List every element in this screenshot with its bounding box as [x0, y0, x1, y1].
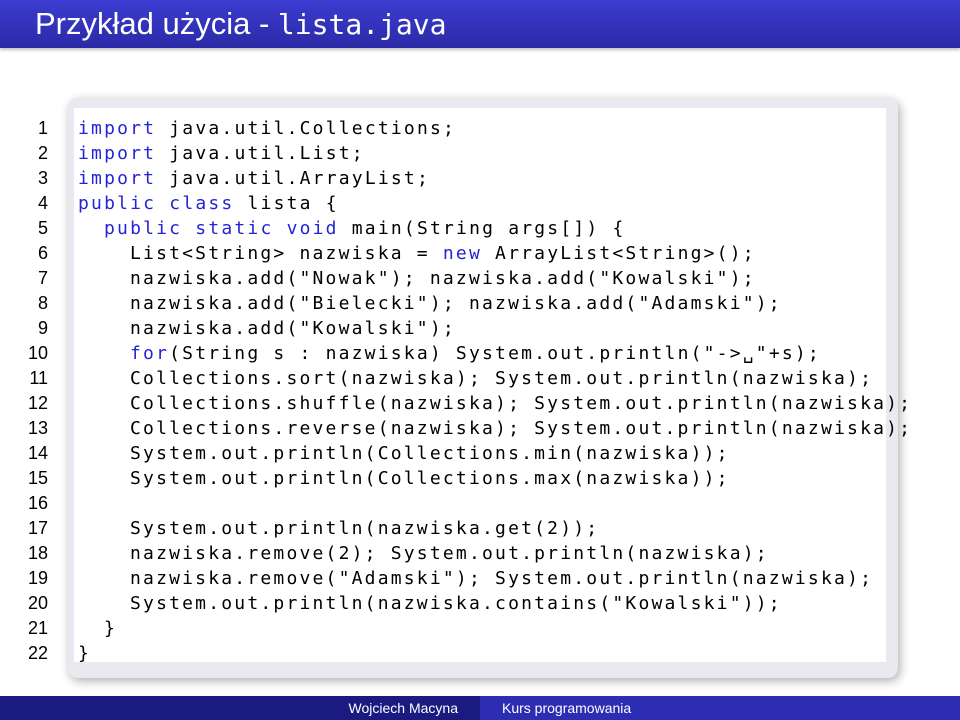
code-token: System.out.println(nazwiska.contains("Ko… — [130, 593, 782, 614]
code-token: nazwiska.add("Kowalski"); — [130, 318, 456, 339]
slide-title-bar: Przykład użycia - lista.java — [0, 0, 960, 48]
line-number: 2 — [37, 143, 48, 163]
code-token: Collections.sort(nazwiska); System.out.p… — [130, 368, 874, 389]
code-line: public class lista { — [78, 191, 339, 216]
code-token: nazwiska.add("Bielecki"); nazwiska.add("… — [130, 293, 782, 314]
footer-author-panel: Wojciech Macyna — [0, 696, 480, 720]
code-keyword: static — [195, 218, 274, 239]
code-line: System.out.println(nazwiska.contains("Ko… — [130, 591, 782, 616]
line-number: 22 — [27, 643, 48, 663]
line-number: 16 — [27, 493, 48, 513]
code-line: import java.util.List; — [78, 141, 365, 166]
code-line: nazwiska.add("Nowak"); nazwiska.add("Kow… — [130, 266, 756, 291]
code-keyword: public — [104, 218, 183, 239]
code-line: nazwiska.add("Bielecki"); nazwiska.add("… — [130, 291, 782, 316]
code-line: nazwiska.add("Kowalski"); — [130, 316, 456, 341]
code-line: Collections.shuffle(nazwiska); System.ou… — [130, 391, 912, 416]
line-numbers-column: 1 2 3 4 5 6 7 8 9 10 11 12 13 14 15 16 17 18 19 20 21 22 — [0, 108, 60, 668]
code-line: } — [104, 616, 117, 641]
line-number: 12 — [27, 393, 48, 413]
line-number: 17 — [27, 518, 48, 538]
code-line: List<String> nazwiska = new ArrayList<St… — [130, 241, 756, 266]
code-token: (String s : nazwiska) System.out.println… — [169, 343, 821, 364]
code-token: System.out.println(Collections.max(nazwi… — [130, 468, 730, 489]
code-line: for(String s : nazwiska) System.out.prin… — [130, 341, 821, 366]
code-token: List<String> nazwiska = — [130, 243, 443, 264]
code-token: java.util.List; — [156, 143, 365, 164]
code-token: java.util.ArrayList; — [156, 168, 431, 189]
code-token: System.out.println(nazwiska.get(2)); — [130, 518, 600, 539]
line-number: 11 — [29, 368, 48, 388]
code-token: System.out.println(Collections.min(nazwi… — [130, 443, 730, 464]
code-keyword: import — [78, 143, 157, 164]
line-number: 20 — [27, 593, 48, 613]
line-number: 9 — [37, 318, 48, 338]
code-keyword: void — [286, 218, 339, 239]
code-line: Collections.sort(nazwiska); System.out.p… — [130, 366, 873, 391]
slide-footer: Wojciech Macyna Kurs programowania — [0, 696, 960, 720]
line-number: 6 — [37, 243, 48, 263]
code-token: nazwiska.add("Nowak"); nazwiska.add("Kow… — [130, 268, 756, 289]
code-token: lista { — [234, 193, 339, 214]
code-token: java.util.Collections; — [156, 118, 457, 139]
code-line: nazwiska.remove(2); System.out.println(n… — [130, 541, 769, 566]
code-token: Collections.shuffle(nazwiska); System.ou… — [130, 393, 913, 414]
code-line: import java.util.Collections; — [78, 116, 456, 141]
code-line: System.out.println(Collections.min(nazwi… — [130, 441, 730, 466]
code-line: public static void main(String args[]) { — [104, 216, 626, 241]
code-keyword: import — [78, 168, 157, 189]
code-keyword: for — [130, 343, 170, 364]
code-keyword: public — [78, 193, 157, 214]
line-number: 3 — [37, 168, 48, 188]
slide-title: Przykład użycia - lista.java — [35, 5, 446, 43]
code-token: nazwiska.remove(2); System.out.println(n… — [130, 543, 769, 564]
code-line: nazwiska.remove("Adamski"); System.out.p… — [130, 566, 873, 591]
code-line: import java.util.ArrayList; — [78, 166, 430, 191]
code-line: Collections.reverse(nazwiska); System.ou… — [130, 416, 912, 441]
code-token: Collections.reverse(nazwiska); System.ou… — [130, 418, 913, 439]
code-token: ArrayList<String>(); — [482, 243, 756, 264]
line-number: 14 — [27, 443, 48, 463]
code-token: nazwiska.remove("Adamski"); System.out.p… — [130, 568, 874, 589]
line-number: 21 — [27, 618, 48, 638]
line-number: 7 — [37, 268, 48, 288]
footer-course: Kurs programowania — [502, 700, 632, 716]
footer-course-panel: Kurs programowania — [480, 696, 960, 720]
line-number: 15 — [27, 468, 48, 488]
line-number: 5 — [37, 218, 48, 238]
line-number: 8 — [37, 293, 48, 313]
line-number: 10 — [27, 343, 48, 363]
slide-title-text: Przykład użycia - — [35, 6, 278, 41]
code-block: import java.util.Collections; import java… — [74, 108, 910, 664]
code-line: System.out.println(nazwiska.get(2)); — [130, 516, 599, 541]
code-keyword: new — [442, 243, 483, 264]
line-number: 18 — [27, 543, 48, 563]
code-line: } — [78, 641, 91, 666]
code-token: } — [78, 643, 92, 664]
line-number: 1 — [37, 118, 48, 138]
code-token: main(String args[]) { — [338, 218, 626, 239]
line-number: 4 — [37, 193, 48, 213]
slide-title-filename: lista.java — [277, 8, 447, 41]
code-keyword: import — [78, 118, 157, 139]
code-token: } — [104, 618, 118, 639]
footer-author: Wojciech Macyna — [348, 700, 458, 716]
code-line: System.out.println(Collections.max(nazwi… — [130, 466, 730, 491]
code-keyword: class — [169, 193, 235, 214]
line-number: 13 — [27, 418, 48, 438]
line-number: 19 — [27, 568, 48, 588]
